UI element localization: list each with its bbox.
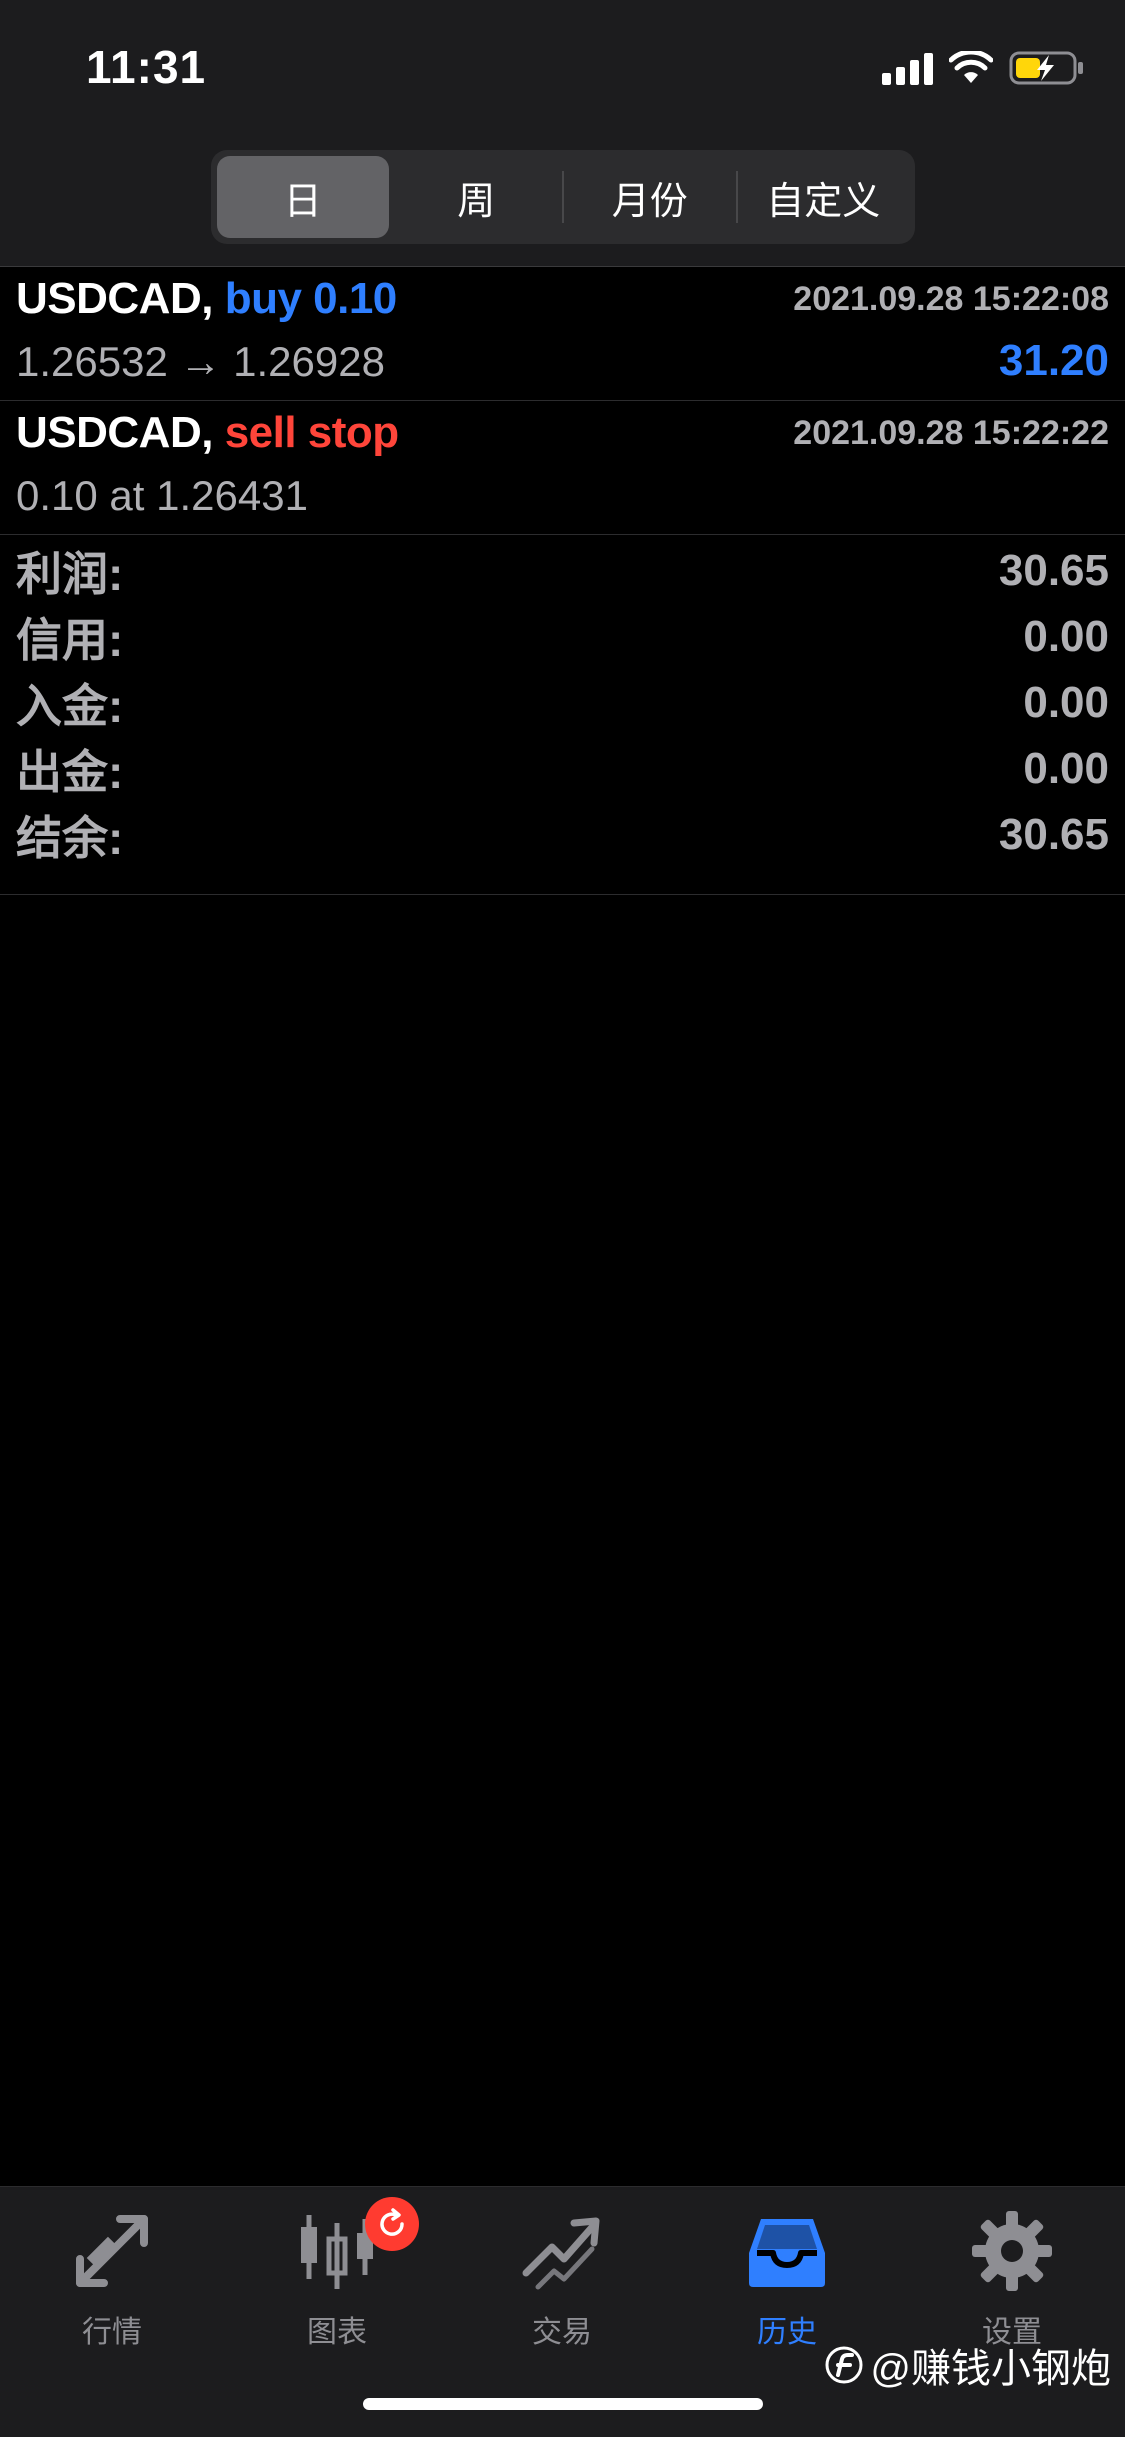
cellular-signal-icon (882, 51, 933, 85)
summary-value: 30.65 (998, 546, 1109, 595)
history-row-sell-stop[interactable]: USDCAD, sell stop 2021.09.28 15:22:22 0.… (0, 400, 1125, 535)
history-inbox-icon (745, 2209, 829, 2293)
watermark-logo-icon (825, 2346, 863, 2384)
profit-value: 31.20 (998, 336, 1109, 385)
history-symbol-line: USDCAD, buy 0.10 (16, 274, 397, 324)
refresh-badge-icon (365, 2197, 419, 2251)
status-time: 11:31 (86, 41, 207, 93)
order-detail: 0.10 at 1.26431 (16, 472, 308, 519)
tab-label: 行情 (82, 2316, 142, 2349)
gear-icon (970, 2209, 1054, 2293)
summary-label: 利润: (16, 548, 124, 600)
summary-value: 30.65 (998, 810, 1109, 859)
summary-profit: 利润: 30.65 (16, 538, 1109, 604)
period-tab-week[interactable]: 周 (391, 156, 563, 238)
order-type: sell stop (224, 408, 400, 457)
timestamp: 2021.09.28 15:22:08 (793, 280, 1109, 318)
period-tab-month[interactable]: 月份 (564, 156, 736, 238)
tab-label: 交易 (532, 2316, 592, 2349)
summary-balance: 结余: 30.65 (16, 802, 1109, 868)
tab-trade[interactable]: 交易 (482, 2209, 642, 2369)
history-row-buy[interactable]: USDCAD, buy 0.10 2021.09.28 15:22:08 1.2… (0, 266, 1125, 401)
summary-deposit: 入金: 0.00 (16, 670, 1109, 736)
summary-label: 出金: (16, 746, 124, 798)
order-type: buy 0.10 (224, 274, 398, 323)
watermark: @赚钱小钢炮 (824, 2336, 1111, 2394)
watermark-text: @赚钱小钢炮 (870, 2347, 1111, 2391)
summary-withdrawal: 出金: 0.00 (16, 736, 1109, 802)
period-tab-custom[interactable]: 自定义 (738, 156, 910, 238)
period-header: 日 周 月份 自定义 (0, 140, 1125, 267)
period-tab-day[interactable]: 日 (217, 156, 389, 238)
symbol: USDCAD, (16, 408, 213, 457)
summary-value: 0.00 (1023, 612, 1109, 661)
summary-label: 信用: (16, 614, 124, 666)
trade-icon (520, 2209, 604, 2293)
tab-label: 历史 (757, 2316, 817, 2349)
period-segmented-control: 日 周 月份 自定义 (211, 150, 915, 244)
summary-value: 0.00 (1023, 678, 1109, 727)
tab-label: 图表 (307, 2316, 367, 2349)
account-summary: 利润: 30.65 信用: 0.00 入金: 0.00 出金: 0.00 结余:… (0, 534, 1125, 895)
symbol: USDCAD, (16, 274, 213, 323)
price-range: 1.26532 → 1.26928 (16, 338, 385, 385)
tab-chart[interactable]: 图表 (257, 2197, 419, 2369)
wifi-icon (949, 51, 993, 83)
home-indicator[interactable] (363, 2398, 763, 2410)
battery-charging-icon (1009, 51, 1083, 85)
status-bar: 11:31 (0, 0, 1125, 140)
timestamp: 2021.09.28 15:22:22 (793, 414, 1109, 452)
chart-icon (295, 2197, 419, 2293)
tab-quotes[interactable]: 行情 (32, 2209, 192, 2369)
quotes-icon (70, 2209, 154, 2293)
summary-label: 入金: (16, 680, 124, 732)
summary-label: 结余: (16, 812, 124, 864)
status-icons (882, 48, 1085, 88)
history-symbol-line: USDCAD, sell stop (16, 408, 399, 458)
summary-value: 0.00 (1023, 744, 1109, 793)
summary-credit: 信用: 0.00 (16, 604, 1109, 670)
